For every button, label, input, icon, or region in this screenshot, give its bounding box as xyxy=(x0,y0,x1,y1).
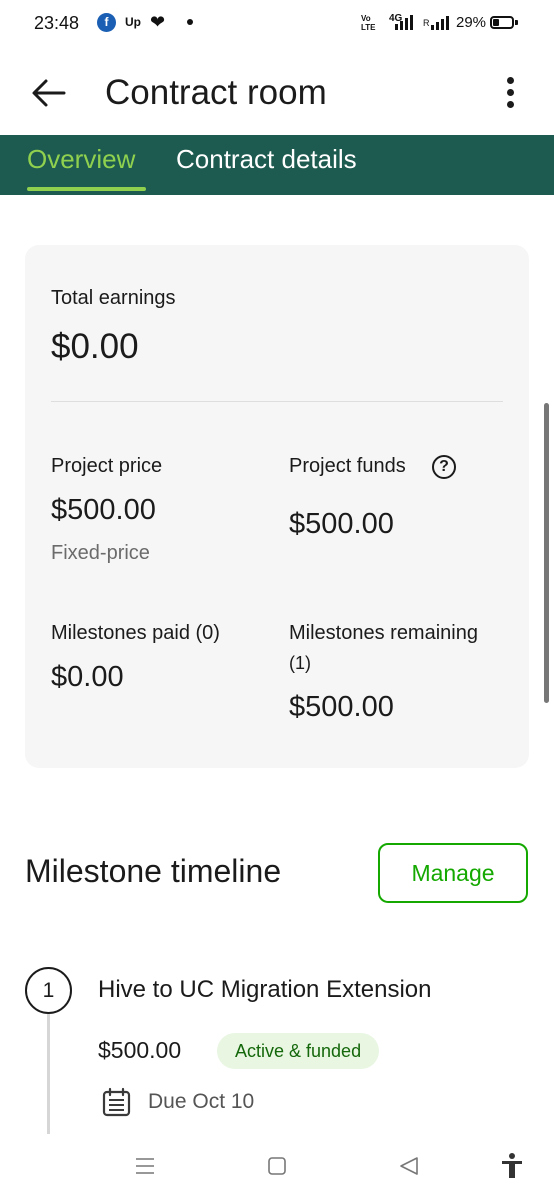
heart-icon: ❤ xyxy=(150,12,166,32)
dot-icon xyxy=(187,19,193,25)
facebook-icon: f xyxy=(97,13,116,32)
milestones-remaining-count: (1) xyxy=(289,653,311,673)
earnings-summary-card: Total earnings $0.00 Project price $500.… xyxy=(25,245,529,768)
milestones-remaining-value: $500.00 xyxy=(289,691,394,723)
milestones-paid-label: Milestones paid (0) xyxy=(51,622,220,644)
volte-line2: LTE xyxy=(361,23,376,32)
more-dot-3 xyxy=(507,101,514,108)
milestone-timeline-title: Milestone timeline xyxy=(25,853,282,889)
signal-strength-icon-2 xyxy=(431,15,449,30)
total-earnings-value: $0.00 xyxy=(51,327,139,366)
divider xyxy=(51,401,503,402)
battery-icon xyxy=(490,16,514,29)
system-nav-bar xyxy=(0,1134,554,1200)
project-price-value: $500.00 xyxy=(51,494,156,526)
more-vertical-icon xyxy=(507,77,514,84)
status-badge: Active & funded xyxy=(217,1033,380,1069)
scrollbar[interactable] xyxy=(544,403,549,703)
project-price-label: Project price xyxy=(51,455,163,477)
manage-button[interactable]: Manage xyxy=(378,843,528,903)
battery-tip xyxy=(515,20,518,25)
calendar-icon xyxy=(102,1087,131,1117)
milestone-due-date: Due Oct 10 xyxy=(148,1090,255,1113)
tab-active-indicator xyxy=(27,187,146,191)
tab-contract-details[interactable]: Contract details xyxy=(176,144,357,175)
milestones-paid-value: $0.00 xyxy=(51,661,124,693)
status-bar: 23:48 f Up ❤ Vo LTE 4G R 29% xyxy=(0,0,554,50)
status-time: 23:48 xyxy=(34,13,80,33)
volte-indicator: Vo LTE xyxy=(361,14,376,32)
app-bar: Contract room xyxy=(0,50,554,135)
battery-percent: 29% xyxy=(456,14,487,31)
milestone-amount: $500.00 xyxy=(98,1037,182,1063)
more-dot-2 xyxy=(507,89,514,96)
project-funds-value: $500.00 xyxy=(289,508,394,540)
upwork-icon: Up xyxy=(125,15,141,29)
project-funds-label: Project funds xyxy=(289,455,406,477)
signal-strength-icon xyxy=(395,15,413,30)
milestone-name[interactable]: Hive to UC Migration Extension xyxy=(98,976,431,1004)
project-price-type: Fixed-price xyxy=(51,542,150,564)
menu-icon[interactable] xyxy=(135,1156,155,1176)
back-button[interactable] xyxy=(26,70,72,116)
milestones-remaining-label: Milestones remaining xyxy=(289,622,478,644)
tab-overview[interactable]: Overview xyxy=(27,144,135,175)
accessibility-icon[interactable] xyxy=(500,1152,524,1180)
volte-line1: Vo xyxy=(361,14,371,23)
roaming-indicator: R xyxy=(423,18,430,28)
more-options-button[interactable] xyxy=(496,72,526,112)
help-icon[interactable]: ? xyxy=(432,455,456,479)
total-earnings-label: Total earnings xyxy=(51,287,176,309)
arrow-left-icon xyxy=(32,79,66,107)
back-triangle-icon[interactable] xyxy=(398,1155,420,1177)
timeline-line xyxy=(47,1014,50,1134)
home-square-icon[interactable] xyxy=(267,1156,287,1176)
milestone-step-number: 1 xyxy=(25,967,72,1014)
page-title: Contract room xyxy=(105,73,327,112)
tab-bar: Overview Contract details xyxy=(0,135,554,195)
